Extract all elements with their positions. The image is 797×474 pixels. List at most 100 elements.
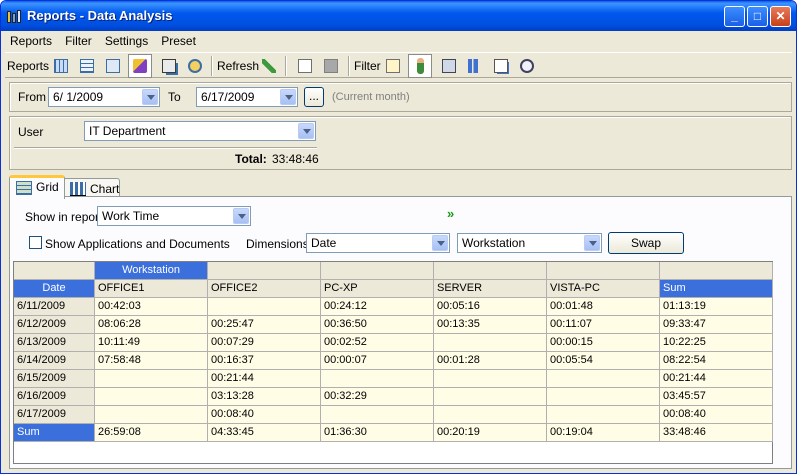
from-date-picker[interactable]: 6/ 1/2009 [48,87,160,107]
filter-computer-icon[interactable] [439,56,459,76]
grid-cell[interactable]: 00:01:28 [434,352,547,370]
grid-cell[interactable]: 00:08:40 [208,406,321,424]
menu-filter[interactable]: Filter [60,32,97,48]
maximize-button[interactable]: □ [747,6,768,27]
show-apps-checkbox[interactable] [29,236,42,249]
sum-cell[interactable]: 04:33:45 [208,424,321,442]
blocked-report-icon[interactable] [185,56,205,76]
date-column-header[interactable]: Date [14,280,95,298]
row-header-date[interactable]: 6/15/2009 [14,370,95,388]
column-header-office1[interactable]: OFFICE1 [95,280,208,298]
sum-row-header[interactable]: Sum [14,424,95,442]
grid-cell[interactable] [434,406,547,424]
close-button[interactable]: ✕ [770,6,791,27]
export-icon[interactable] [295,56,315,76]
row-header-date[interactable]: 6/16/2009 [14,388,95,406]
tree-report-icon[interactable] [103,56,123,76]
grid-cell[interactable]: 09:33:47 [660,316,773,334]
grid-cell[interactable] [95,406,208,424]
row-header-date[interactable]: 6/13/2009 [14,334,95,352]
grid-cell[interactable]: 00:36:50 [321,316,434,334]
grid-cell[interactable]: 08:22:54 [660,352,773,370]
grid-cell[interactable] [434,370,547,388]
chevron-down-icon[interactable] [432,235,448,251]
list-report-icon[interactable] [77,56,97,76]
grid-cell[interactable]: 10:11:49 [95,334,208,352]
menu-settings[interactable]: Settings [100,32,153,48]
show-in-report-select[interactable]: Work Time [97,206,251,226]
sum-cell[interactable]: 26:59:08 [95,424,208,442]
sum-cell[interactable]: 00:20:19 [434,424,547,442]
grid-cell[interactable]: 00:25:47 [208,316,321,334]
grid-cell[interactable]: 00:08:40 [660,406,773,424]
refresh-label[interactable]: Refresh [217,59,259,73]
column-header-server[interactable]: SERVER [434,280,547,298]
menu-reports[interactable]: Reports [5,32,57,48]
grid-report-icon[interactable] [51,56,71,76]
grid-cell[interactable] [547,370,660,388]
grid-cell[interactable]: 00:00:15 [547,334,660,352]
sum-cell[interactable]: 00:19:04 [547,424,660,442]
grid-cell[interactable] [95,388,208,406]
grid-cell[interactable]: 00:00:07 [321,352,434,370]
user-select[interactable]: IT Department [84,121,316,141]
grid-cell[interactable]: 01:13:19 [660,298,773,316]
filter-time-icon[interactable] [517,56,537,76]
row-header-date[interactable]: 6/11/2009 [14,298,95,316]
grid-cell[interactable]: 03:45:57 [660,388,773,406]
grid-cell[interactable]: 00:11:07 [547,316,660,334]
double-chevron-right-icon[interactable]: » [447,206,454,221]
chevron-down-icon[interactable] [298,123,314,139]
filter-windows-icon[interactable] [383,56,403,76]
grid-cell[interactable]: 00:07:29 [208,334,321,352]
column-header-sum[interactable]: Sum [660,280,773,298]
grid-cell[interactable]: 00:42:03 [95,298,208,316]
chevron-down-icon[interactable] [233,208,249,224]
grid-cell[interactable]: 00:13:35 [434,316,547,334]
grid-cell[interactable] [95,370,208,388]
column-header-pc-xp[interactable]: PC-XP [321,280,434,298]
grid-cell[interactable] [434,388,547,406]
row-header-date[interactable]: 6/12/2009 [14,316,95,334]
column-header-office2[interactable]: OFFICE2 [208,280,321,298]
filter-user-icon[interactable] [408,54,432,78]
column-header-vista-pc[interactable]: VISTA-PC [547,280,660,298]
minimize-button[interactable]: _ [724,6,745,27]
chart-report-icon[interactable] [128,54,152,78]
tab-grid[interactable]: Grid [9,175,65,199]
grid-cell[interactable]: 00:01:48 [547,298,660,316]
show-apps-label[interactable]: Show Applications and Documents [45,237,230,251]
grid-cell[interactable] [208,298,321,316]
grid-cell[interactable] [321,406,434,424]
swap-button[interactable]: Swap [608,232,684,254]
to-date-picker[interactable]: 6/17/2009 [196,87,298,107]
title-bar[interactable]: Reports - Data Analysis _ □ ✕ [1,1,796,31]
grid-cell[interactable]: 00:32:29 [321,388,434,406]
grid-cell[interactable]: 03:13:28 [208,388,321,406]
dimension2-select[interactable]: Workstation [457,233,602,253]
grid-cell[interactable]: 00:05:16 [434,298,547,316]
grid-cell[interactable]: 00:16:37 [208,352,321,370]
grid-cell[interactable] [321,370,434,388]
grid-cell[interactable]: 00:24:12 [321,298,434,316]
grid-cell[interactable]: 00:02:52 [321,334,434,352]
menu-preset[interactable]: Preset [156,32,201,48]
grid-cell[interactable] [547,388,660,406]
group-header-workstation[interactable]: Workstation [95,262,208,280]
grid-cell[interactable]: 10:22:25 [660,334,773,352]
refresh-icon[interactable] [259,56,279,76]
grid-cell[interactable] [434,334,547,352]
grid-cell[interactable]: 08:06:28 [95,316,208,334]
print-icon[interactable] [321,56,341,76]
filter-forward-icon[interactable] [465,56,485,76]
filter-documents-icon[interactable] [491,56,511,76]
date-range-button[interactable]: ... [304,87,324,107]
row-header-date[interactable]: 6/17/2009 [14,406,95,424]
chevron-down-icon[interactable] [142,89,158,105]
row-header-date[interactable]: 6/14/2009 [14,352,95,370]
chevron-down-icon[interactable] [280,89,296,105]
grid-cell[interactable]: 00:21:44 [660,370,773,388]
sum-cell[interactable]: 33:48:46 [660,424,773,442]
dimension1-select[interactable]: Date [306,233,450,253]
chevron-down-icon[interactable] [584,235,600,251]
